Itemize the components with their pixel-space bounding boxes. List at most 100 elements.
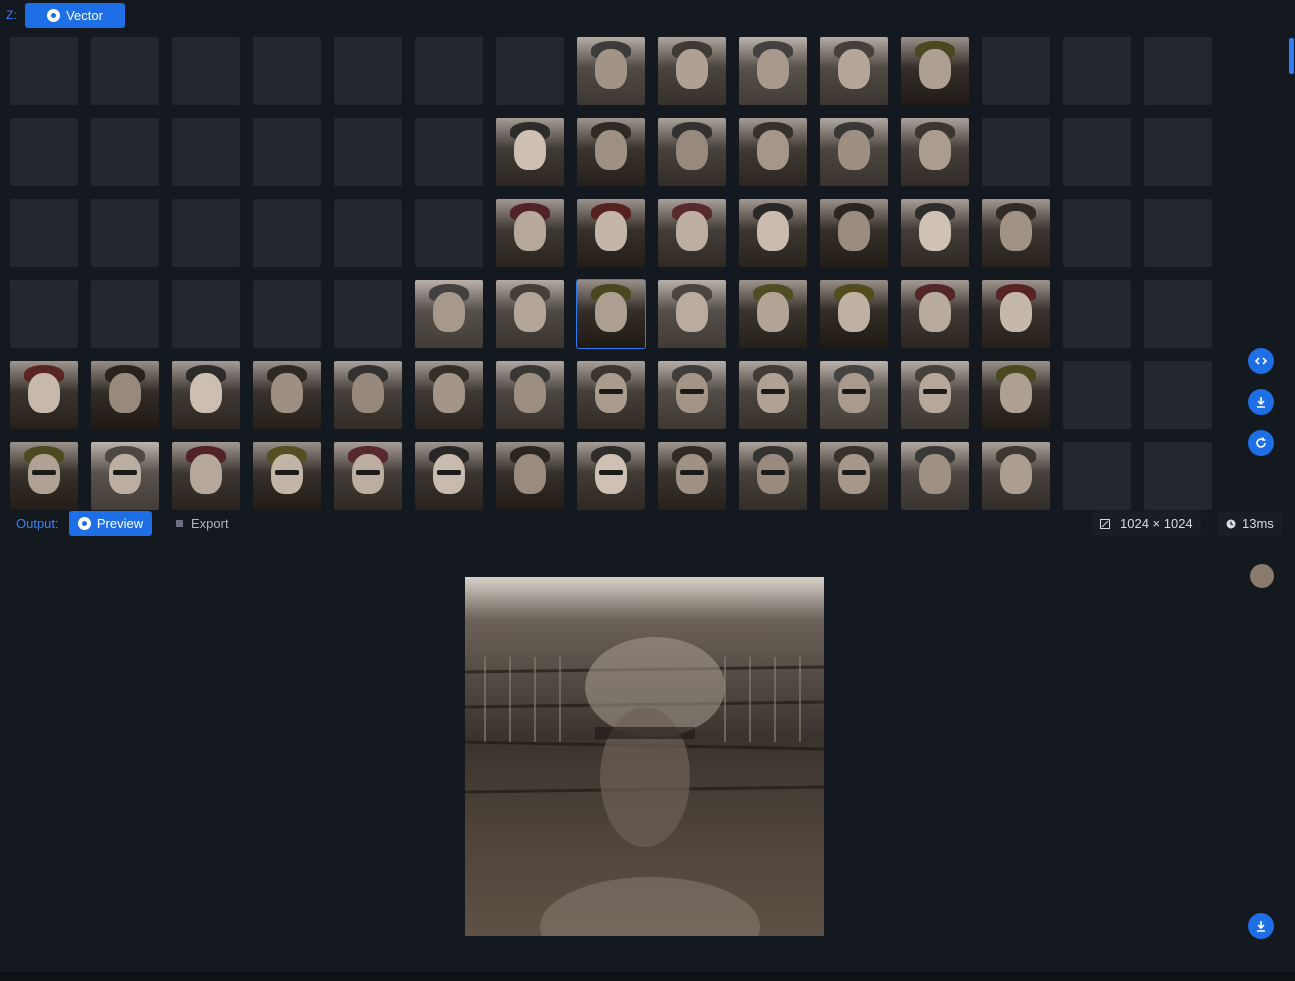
latent-thumbnail[interactable] bbox=[496, 361, 564, 429]
top-bar: Z: Vector bbox=[0, 0, 1295, 30]
latent-thumbnail[interactable] bbox=[496, 280, 564, 348]
download-output-button[interactable] bbox=[1248, 913, 1274, 939]
latent-thumbnail[interactable] bbox=[901, 361, 969, 429]
empty-grid-cell bbox=[10, 37, 78, 105]
latent-thumbnail[interactable] bbox=[172, 361, 240, 429]
latent-thumbnail[interactable] bbox=[415, 442, 483, 510]
code-button[interactable] bbox=[1248, 348, 1274, 374]
latent-thumbnail[interactable] bbox=[577, 361, 645, 429]
output-bar: Output: Preview Export 1024 × 1024 13ms bbox=[0, 508, 1295, 538]
latent-thumbnail[interactable] bbox=[334, 361, 402, 429]
latent-thumbnail[interactable] bbox=[415, 280, 483, 348]
latent-thumbnail[interactable] bbox=[901, 37, 969, 105]
latent-thumbnail[interactable] bbox=[658, 118, 726, 186]
latent-grid bbox=[10, 37, 1240, 510]
empty-grid-cell bbox=[10, 118, 78, 186]
scrollbar-thumb[interactable] bbox=[1289, 38, 1294, 74]
latent-thumbnail[interactable] bbox=[658, 361, 726, 429]
latent-thumbnail[interactable] bbox=[172, 442, 240, 510]
dimensions-text: 1024 × 1024 bbox=[1120, 516, 1193, 531]
latent-thumbnail[interactable] bbox=[901, 442, 969, 510]
download-button[interactable] bbox=[1248, 389, 1274, 415]
resize-icon bbox=[1100, 518, 1110, 529]
latent-thumbnail[interactable] bbox=[496, 442, 564, 510]
output-preview-image bbox=[465, 577, 824, 936]
empty-grid-cell bbox=[172, 280, 240, 348]
latent-thumbnail[interactable] bbox=[982, 199, 1050, 267]
latent-thumbnail[interactable] bbox=[496, 118, 564, 186]
export-tab[interactable]: Export bbox=[170, 511, 235, 536]
latent-thumbnail[interactable] bbox=[658, 199, 726, 267]
latent-thumbnail[interactable] bbox=[739, 280, 807, 348]
latent-thumbnail[interactable] bbox=[658, 37, 726, 105]
latent-thumbnail[interactable] bbox=[820, 280, 888, 348]
empty-grid-cell bbox=[172, 118, 240, 186]
empty-grid-cell bbox=[1063, 442, 1131, 510]
empty-grid-cell bbox=[1144, 118, 1212, 186]
latent-thumbnail[interactable] bbox=[820, 361, 888, 429]
latent-thumbnail[interactable] bbox=[10, 442, 78, 510]
empty-grid-cell bbox=[334, 199, 402, 267]
z-label: Z: bbox=[6, 8, 17, 22]
latent-thumbnail[interactable] bbox=[577, 199, 645, 267]
latent-thumbnail[interactable] bbox=[739, 442, 807, 510]
latent-thumbnail[interactable] bbox=[577, 442, 645, 510]
export-tab-label: Export bbox=[191, 516, 229, 531]
latent-thumbnail[interactable] bbox=[576, 279, 646, 349]
empty-grid-cell bbox=[415, 199, 483, 267]
empty-grid-cell bbox=[334, 37, 402, 105]
latent-thumbnail[interactable] bbox=[982, 361, 1050, 429]
latent-thumbnail[interactable] bbox=[820, 199, 888, 267]
empty-grid-cell bbox=[253, 118, 321, 186]
latent-thumbnail[interactable] bbox=[739, 118, 807, 186]
latent-thumbnail[interactable] bbox=[577, 37, 645, 105]
empty-grid-cell bbox=[1144, 442, 1212, 510]
latent-thumbnail[interactable] bbox=[820, 37, 888, 105]
latent-thumbnail[interactable] bbox=[10, 361, 78, 429]
empty-grid-cell bbox=[91, 280, 159, 348]
empty-grid-cell bbox=[1144, 199, 1212, 267]
latent-thumbnail[interactable] bbox=[91, 361, 159, 429]
empty-grid-cell bbox=[172, 37, 240, 105]
empty-grid-cell bbox=[91, 37, 159, 105]
latent-thumbnail[interactable] bbox=[901, 199, 969, 267]
latent-thumbnail[interactable] bbox=[901, 280, 969, 348]
latent-thumbnail[interactable] bbox=[91, 442, 159, 510]
empty-grid-cell bbox=[10, 199, 78, 267]
empty-grid-cell bbox=[982, 118, 1050, 186]
latent-thumbnail[interactable] bbox=[901, 118, 969, 186]
dimensions-badge: 1024 × 1024 bbox=[1092, 511, 1201, 536]
code-icon bbox=[1254, 357, 1268, 365]
vector-button[interactable]: Vector bbox=[25, 3, 125, 28]
latent-thumbnail[interactable] bbox=[658, 442, 726, 510]
latent-thumbnail[interactable] bbox=[982, 442, 1050, 510]
empty-grid-cell bbox=[172, 199, 240, 267]
latent-thumbnail[interactable] bbox=[253, 442, 321, 510]
refresh-button[interactable] bbox=[1248, 430, 1274, 456]
latent-thumbnail[interactable] bbox=[739, 361, 807, 429]
latent-thumbnail[interactable] bbox=[415, 361, 483, 429]
latent-thumbnail[interactable] bbox=[982, 280, 1050, 348]
latent-thumbnail[interactable] bbox=[658, 280, 726, 348]
avatar[interactable] bbox=[1250, 564, 1274, 588]
empty-grid-cell bbox=[982, 37, 1050, 105]
latent-thumbnail[interactable] bbox=[334, 442, 402, 510]
latent-thumbnail[interactable] bbox=[820, 118, 888, 186]
timing-text: 13ms bbox=[1242, 516, 1274, 531]
preview-tab[interactable]: Preview bbox=[69, 511, 152, 536]
empty-grid-cell bbox=[1063, 361, 1131, 429]
empty-grid-cell bbox=[91, 199, 159, 267]
latent-thumbnail[interactable] bbox=[739, 37, 807, 105]
empty-grid-cell bbox=[334, 118, 402, 186]
eye-icon bbox=[77, 517, 91, 530]
empty-grid-cell bbox=[253, 199, 321, 267]
empty-grid-cell bbox=[253, 280, 321, 348]
empty-grid-cell bbox=[415, 37, 483, 105]
latent-thumbnail[interactable] bbox=[820, 442, 888, 510]
latent-thumbnail[interactable] bbox=[496, 199, 564, 267]
latent-thumbnail[interactable] bbox=[739, 199, 807, 267]
empty-grid-cell bbox=[91, 118, 159, 186]
latent-thumbnail[interactable] bbox=[577, 118, 645, 186]
download-icon bbox=[1257, 397, 1265, 408]
latent-thumbnail[interactable] bbox=[253, 361, 321, 429]
